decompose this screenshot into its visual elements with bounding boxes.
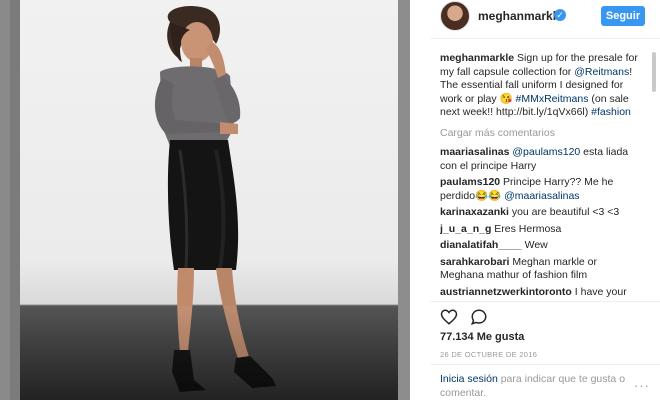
comment-username[interactable]: j_u_a_n_g	[440, 223, 491, 235]
comment-username[interactable]: dianalatifah____	[440, 239, 522, 251]
floor-reflection	[20, 306, 398, 400]
next-post-edge[interactable]	[398, 0, 410, 400]
load-more-comments[interactable]: Cargar más comentarios	[440, 127, 640, 141]
comments-list[interactable]: meghanmarkle Sign up for the presale for…	[440, 52, 640, 299]
heart-icon[interactable]	[440, 308, 458, 326]
comment-item: j_u_a_n_g Eres Hermosa	[440, 223, 640, 237]
comment-username[interactable]: maariasalinas	[440, 146, 509, 158]
comment-item: karinaxazanki you are beautiful <3 <3	[440, 206, 640, 220]
comment-text: Eres Hermosa	[494, 222, 562, 235]
login-link[interactable]: Inicia sesión	[440, 373, 498, 385]
comment-mention[interactable]: @maariasalinas	[504, 190, 579, 202]
comment-username[interactable]: sarahkarobari	[440, 256, 509, 268]
comment-item: austriannetzwerkintoronto I have your pa…	[440, 286, 640, 300]
follow-button[interactable]: Seguir	[601, 6, 645, 26]
comment-text: you are beautiful <3 <3	[511, 206, 620, 218]
comment-username[interactable]: karinaxazanki	[440, 206, 509, 218]
post-caption: meghanmarkle Sign up for the presale for…	[440, 52, 640, 120]
post-photo	[20, 0, 398, 400]
comment-item: sarahkarobari Meghan markle or Meghana m…	[440, 256, 640, 283]
caption-username[interactable]: meghanmarkle	[440, 52, 514, 64]
avatar[interactable]	[440, 1, 470, 31]
login-divider	[430, 364, 660, 365]
prev-post-edge[interactable]	[10, 0, 20, 400]
post-date: 26 DE OCTUBRE DE 2016	[440, 350, 538, 359]
author-username[interactable]: meghanmarkle	[478, 9, 563, 23]
post-sidebar: meghanmarkle ✓ Seguir meghanmarkle Sign …	[430, 0, 660, 400]
caption-hashtag-link[interactable]: #MMxReitmans	[516, 93, 589, 105]
verified-badge-icon: ✓	[554, 9, 566, 21]
header-divider	[430, 38, 660, 39]
comment-item: paulams120 Principe Harry?? Me he perdid…	[440, 176, 640, 203]
caption-hashtag-link-2[interactable]: #fashion	[591, 106, 631, 118]
comment-mention[interactable]: @paulams120	[512, 146, 580, 158]
login-prompt: Inicia sesión para indicar que te gusta …	[440, 373, 640, 400]
comment-username[interactable]: paulams120	[440, 176, 500, 188]
comments-scrollbar[interactable]	[652, 52, 656, 92]
comment-item: maariasalinas @paulams120 esta liada con…	[440, 146, 640, 173]
more-options-icon[interactable]: ···	[634, 378, 650, 393]
actions-divider	[430, 301, 660, 302]
post-header: meghanmarkle ✓ Seguir	[430, 0, 660, 32]
comment-text: Wew	[524, 239, 548, 251]
comment-username[interactable]: austriannetzwerkintoronto	[440, 286, 572, 298]
comment-icon[interactable]	[470, 308, 488, 326]
likes-count[interactable]: 77.134 Me gusta	[440, 331, 524, 343]
caption-mention-link[interactable]: @Reitmans	[574, 66, 629, 78]
comment-item: dianalatifah____ Wew	[440, 239, 640, 253]
